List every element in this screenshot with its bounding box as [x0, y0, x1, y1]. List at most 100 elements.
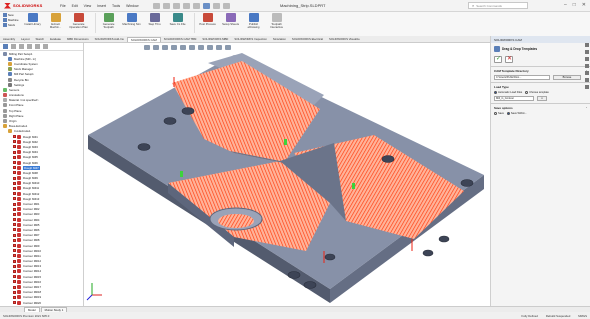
menu-file[interactable]: File — [60, 4, 66, 8]
command-tab[interactable]: SOLIDWORKS MBD — [199, 37, 231, 41]
cancel-button[interactable] — [505, 55, 513, 63]
status-units[interactable]: MMGS — [578, 314, 587, 318]
ribbon-button-simulate-toolpath[interactable]: Machining Sim — [122, 13, 142, 26]
cam-tool-tree-tab-icon[interactable] — [43, 44, 48, 49]
menu-view[interactable]: View — [84, 4, 92, 8]
ribbon-small-item[interactable]: New — [3, 13, 19, 17]
print-icon[interactable] — [182, 2, 190, 9]
open-file-icon[interactable] — [162, 2, 170, 9]
select-icon[interactable] — [202, 2, 210, 9]
view-settings-icon[interactable] — [225, 45, 231, 50]
tree-checkbox-icon[interactable] — [13, 192, 16, 196]
tree-checkbox-icon[interactable] — [13, 212, 16, 216]
tree-checkbox-icon[interactable] — [13, 197, 16, 201]
edit-appearance-icon[interactable] — [207, 45, 213, 50]
ribbon-button-setup-sheets[interactable]: Setup Sheets — [221, 13, 241, 26]
feature-manager-tab-icon[interactable] — [3, 44, 8, 49]
file-explorer-icon[interactable] — [584, 64, 589, 68]
template-directory-input[interactable]: C:\Users\Public\Doc... — [494, 75, 550, 80]
section-view-icon[interactable] — [171, 45, 177, 50]
menu-edit[interactable]: Edit — [72, 4, 78, 8]
save-radio[interactable]: Save — [494, 112, 504, 115]
tree-checkbox-icon[interactable] — [13, 155, 16, 159]
appearances-icon[interactable] — [584, 78, 589, 82]
options-gear-icon[interactable] — [222, 2, 230, 9]
ribbon-small-item[interactable]: Stock — [3, 23, 19, 27]
menu-tools[interactable]: Tools — [112, 4, 120, 8]
command-tab[interactable]: Assembly — [0, 37, 18, 41]
custom-properties-icon[interactable] — [584, 85, 589, 89]
hide-show-items-icon[interactable] — [198, 45, 204, 50]
tree-checkbox-icon[interactable] — [13, 207, 16, 211]
save-icon[interactable] — [172, 2, 180, 9]
ribbon-button-publish-edrawing[interactable]: Publish eDrawing — [244, 13, 264, 29]
minimize-icon[interactable]: – — [564, 2, 567, 8]
zoom-fit-icon[interactable] — [144, 45, 150, 50]
tree-checkbox-icon[interactable] — [13, 233, 16, 237]
tree-checkbox-icon[interactable] — [13, 181, 16, 185]
menu-insert[interactable]: Insert — [97, 4, 106, 8]
ribbon-button-extract-machinable-features[interactable]: Extract Machin... — [46, 13, 66, 29]
ribbon-button-generate-operation-plan[interactable]: Generate Operation Plan — [69, 13, 89, 29]
browse-button[interactable]: Browse — [553, 75, 581, 80]
tree-checkbox-icon[interactable] — [13, 202, 16, 206]
tree-checkbox-icon[interactable] — [13, 280, 16, 284]
tree-checkbox-icon[interactable] — [13, 264, 16, 268]
command-tab[interactable]: SOLIDWORKS Visualize — [326, 37, 363, 41]
display-style-icon[interactable] — [189, 45, 195, 50]
section-header[interactable]: Load Type ˆ — [494, 85, 587, 89]
tree-item[interactable]: Contour Mill20 — [0, 300, 83, 305]
tree-checkbox-icon[interactable] — [13, 275, 16, 279]
view-orientation-icon[interactable] — [180, 45, 186, 50]
cam-feature-tree-tab-icon[interactable] — [27, 44, 32, 49]
zoom-area-icon[interactable] — [153, 45, 159, 50]
command-tab[interactable]: SOLIDWORKS Inspection — [231, 37, 270, 41]
template-select[interactable]: Mill_in_Contour — [494, 96, 534, 101]
section-header[interactable]: CAM Template Directory ˆ — [494, 69, 587, 73]
command-tab[interactable]: SOLIDWORKS CAM — [126, 36, 161, 42]
tree-checkbox-icon[interactable] — [13, 223, 16, 227]
command-tab[interactable]: Simulation — [270, 37, 289, 41]
command-tab[interactable]: Evaluate — [47, 37, 64, 41]
ribbon-small-item[interactable]: Machine — [3, 18, 19, 22]
tree-checkbox-icon[interactable] — [13, 150, 16, 154]
tree-checkbox-icon[interactable] — [13, 161, 16, 165]
rebuild-icon[interactable] — [212, 2, 220, 9]
home-icon[interactable] — [584, 43, 589, 47]
template-dropdown-button[interactable]: ▾ — [537, 96, 547, 101]
maximize-icon[interactable]: □ — [573, 2, 576, 8]
ribbon-button-generate-toolpath[interactable]: Generate Toolpath — [99, 13, 119, 29]
tree-checkbox-icon[interactable] — [13, 186, 16, 190]
tree-checkbox-icon[interactable] — [13, 171, 16, 175]
tree-checkbox-icon[interactable] — [13, 140, 16, 144]
ribbon-button-toolpath-interactive[interactable]: Toolpath Interactive — [267, 13, 287, 29]
menu-window[interactable]: Window — [126, 4, 138, 8]
part-model-view[interactable] — [84, 43, 490, 306]
tree-checkbox-icon[interactable] — [13, 295, 16, 299]
ribbon-button-step-through[interactable]: Step Thru — [145, 13, 165, 26]
part-block[interactable] — [88, 53, 484, 303]
tree-checkbox-icon[interactable] — [13, 135, 16, 139]
tree-checkbox-icon[interactable] — [13, 176, 16, 180]
command-tab[interactable]: Layout — [18, 37, 32, 41]
command-tab[interactable]: SOLIDWORKS CAM TBM — [161, 37, 200, 41]
design-library-icon[interactable] — [584, 57, 589, 61]
tree-checkbox-icon[interactable] — [13, 249, 16, 253]
close-icon[interactable]: ✕ — [582, 2, 586, 8]
tree-checkbox-icon[interactable] — [13, 290, 16, 294]
tree-checkbox-icon[interactable] — [13, 145, 16, 149]
search-commands-field[interactable]: ⌕ Search Commands — [468, 2, 528, 9]
tree-checkbox-icon[interactable] — [13, 269, 16, 273]
command-tab[interactable]: Sketch — [33, 37, 48, 41]
ribbon-button-library[interactable]: Install Library — [23, 13, 43, 26]
tree-checkbox-icon[interactable] — [13, 259, 16, 263]
apply-scene-icon[interactable] — [216, 45, 222, 50]
ribbon-button-post-process[interactable]: Post Process — [198, 13, 218, 26]
save-within-radio[interactable]: Save Within... — [506, 112, 527, 115]
configuration-manager-tab-icon[interactable] — [19, 44, 24, 49]
previous-view-icon[interactable] — [162, 45, 168, 50]
tree-checkbox-icon[interactable] — [13, 301, 16, 305]
tree-checkbox-icon[interactable] — [13, 285, 16, 289]
ok-button[interactable] — [494, 55, 502, 63]
tree-checkbox-icon[interactable] — [13, 238, 16, 242]
